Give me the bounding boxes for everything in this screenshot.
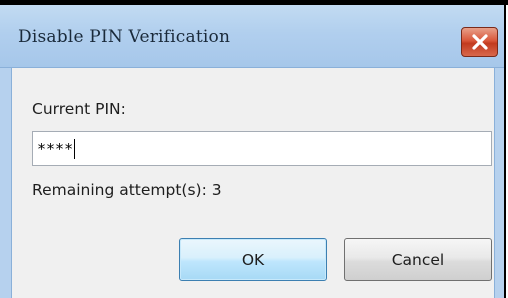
current-pin-field[interactable]: **** (32, 131, 492, 166)
dialog-window: Disable PIN Verification Current PIN: **… (0, 5, 506, 298)
ok-button[interactable]: OK (179, 238, 327, 281)
current-pin-label: Current PIN: (32, 100, 126, 118)
text-caret (74, 138, 76, 159)
dialog-body: Current PIN: **** Remaining attempt(s): … (12, 68, 494, 298)
dialog-title: Disable PIN Verification (18, 27, 231, 47)
close-x-icon (471, 34, 488, 50)
cancel-button[interactable]: Cancel (344, 238, 492, 281)
remaining-attempts-label: Remaining attempt(s): 3 (32, 181, 222, 199)
window-frame-left (0, 68, 12, 298)
pin-masked-value: **** (37, 139, 74, 158)
close-button[interactable] (461, 27, 498, 57)
window-frame-right (494, 68, 504, 298)
title-bar[interactable]: Disable PIN Verification (0, 5, 504, 68)
